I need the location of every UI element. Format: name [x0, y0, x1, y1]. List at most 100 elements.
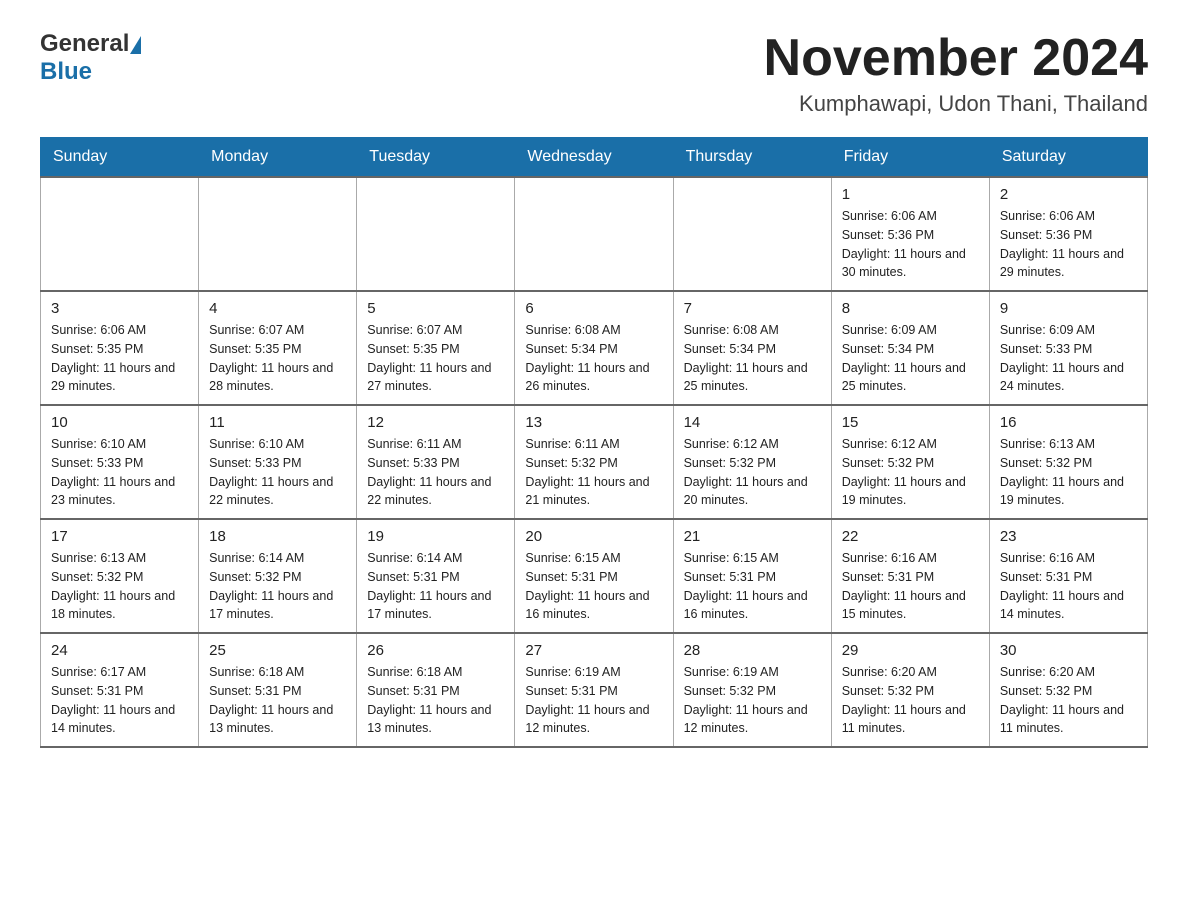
- day-info: Sunrise: 6:16 AM Sunset: 5:31 PM Dayligh…: [842, 549, 979, 624]
- day-of-week-header: Saturday: [989, 138, 1147, 178]
- calendar-cell: 23Sunrise: 6:16 AM Sunset: 5:31 PM Dayli…: [989, 519, 1147, 633]
- day-of-week-header: Monday: [199, 138, 357, 178]
- day-info: Sunrise: 6:18 AM Sunset: 5:31 PM Dayligh…: [209, 663, 346, 738]
- day-number: 7: [684, 300, 821, 317]
- day-number: 6: [525, 300, 662, 317]
- day-number: 30: [1000, 642, 1137, 659]
- day-info: Sunrise: 6:19 AM Sunset: 5:32 PM Dayligh…: [684, 663, 821, 738]
- day-number: 14: [684, 414, 821, 431]
- day-info: Sunrise: 6:10 AM Sunset: 5:33 PM Dayligh…: [209, 435, 346, 510]
- day-info: Sunrise: 6:06 AM Sunset: 5:36 PM Dayligh…: [1000, 207, 1137, 282]
- day-info: Sunrise: 6:15 AM Sunset: 5:31 PM Dayligh…: [684, 549, 821, 624]
- calendar-week-row: 17 Sunrise: 6:13 AM Sunset: 5:32 PM Dayli…: [41, 519, 1148, 633]
- calendar-cell: [41, 177, 199, 291]
- calendar-cell: 26 Sunrise: 6:18 AM Sunset: 5:31 PM Dayli…: [357, 633, 515, 747]
- day-number: 5: [367, 300, 504, 317]
- title-block: November 2024 Kumphawapi, Udon Thani, Th…: [764, 30, 1148, 117]
- calendar-table: SundayMondayTuesdayWednesdayThursdayFrid…: [40, 137, 1148, 748]
- calendar-cell: 8 Sunrise: 6:09 AM Sunset: 5:34 PM Daylig…: [831, 291, 989, 405]
- day-number: 28: [684, 642, 821, 659]
- page-title: November 2024: [764, 30, 1148, 87]
- day-info: Sunrise: 6:18 AM Sunset: 5:31 PM Dayligh…: [367, 663, 504, 738]
- day-number: 25: [209, 642, 346, 659]
- day-info: Sunrise: 6:20 AM Sunset: 5:32 PM Dayligh…: [1000, 663, 1137, 738]
- page-header: General Blue November 2024 Kumphawapi, U…: [40, 30, 1148, 117]
- day-number: 2: [1000, 186, 1137, 203]
- calendar-cell: 30 Sunrise: 6:20 AM Sunset: 5:32 PM Dayli…: [989, 633, 1147, 747]
- calendar-week-row: 3 Sunrise: 6:06 AM Sunset: 5:35 PM Daylig…: [41, 291, 1148, 405]
- calendar-cell: 25 Sunrise: 6:18 AM Sunset: 5:31 PM Dayli…: [199, 633, 357, 747]
- calendar-cell: 24Sunrise: 6:17 AM Sunset: 5:31 PM Dayli…: [41, 633, 199, 747]
- calendar-cell: 11 Sunrise: 6:10 AM Sunset: 5:33 PM Dayli…: [199, 405, 357, 519]
- calendar-cell: 16 Sunrise: 6:13 AM Sunset: 5:32 PM Dayli…: [989, 405, 1147, 519]
- day-info: Sunrise: 6:09 AM Sunset: 5:34 PM Dayligh…: [842, 321, 979, 396]
- calendar-cell: 7 Sunrise: 6:08 AM Sunset: 5:34 PM Daylig…: [673, 291, 831, 405]
- day-of-week-header: Wednesday: [515, 138, 673, 178]
- logo-general-text: General: [40, 30, 129, 58]
- day-number: 3: [51, 300, 188, 317]
- day-number: 29: [842, 642, 979, 659]
- calendar-cell: [357, 177, 515, 291]
- day-info: Sunrise: 6:12 AM Sunset: 5:32 PM Dayligh…: [684, 435, 821, 510]
- day-info: Sunrise: 6:09 AM Sunset: 5:33 PM Dayligh…: [1000, 321, 1137, 396]
- day-info: Sunrise: 6:08 AM Sunset: 5:34 PM Dayligh…: [525, 321, 662, 396]
- day-of-week-header: Sunday: [41, 138, 199, 178]
- calendar-week-row: 10 Sunrise: 6:10 AM Sunset: 5:33 PM Dayli…: [41, 405, 1148, 519]
- day-number: 1: [842, 186, 979, 203]
- day-number: 20: [525, 528, 662, 545]
- calendar-cell: 13 Sunrise: 6:11 AM Sunset: 5:32 PM Dayli…: [515, 405, 673, 519]
- day-number: 11: [209, 414, 346, 431]
- day-info: Sunrise: 6:13 AM Sunset: 5:32 PM Dayligh…: [51, 549, 188, 624]
- calendar-cell: 1 Sunrise: 6:06 AM Sunset: 5:36 PM Daylig…: [831, 177, 989, 291]
- day-info: Sunrise: 6:08 AM Sunset: 5:34 PM Dayligh…: [684, 321, 821, 396]
- day-info: Sunrise: 6:20 AM Sunset: 5:32 PM Dayligh…: [842, 663, 979, 738]
- calendar-cell: 10 Sunrise: 6:10 AM Sunset: 5:33 PM Dayli…: [41, 405, 199, 519]
- day-number: 4: [209, 300, 346, 317]
- day-info: Sunrise: 6:13 AM Sunset: 5:32 PM Dayligh…: [1000, 435, 1137, 510]
- calendar-cell: 14 Sunrise: 6:12 AM Sunset: 5:32 PM Dayli…: [673, 405, 831, 519]
- day-of-week-header: Thursday: [673, 138, 831, 178]
- calendar-week-row: 24Sunrise: 6:17 AM Sunset: 5:31 PM Dayli…: [41, 633, 1148, 747]
- day-number: 27: [525, 642, 662, 659]
- day-info: Sunrise: 6:12 AM Sunset: 5:32 PM Dayligh…: [842, 435, 979, 510]
- day-number: 16: [1000, 414, 1137, 431]
- calendar-week-row: 1 Sunrise: 6:06 AM Sunset: 5:36 PM Daylig…: [41, 177, 1148, 291]
- day-number: 8: [842, 300, 979, 317]
- location-subtitle: Kumphawapi, Udon Thani, Thailand: [764, 91, 1148, 117]
- day-number: 12: [367, 414, 504, 431]
- day-number: 10: [51, 414, 188, 431]
- day-number: 26: [367, 642, 504, 659]
- calendar-cell: 4 Sunrise: 6:07 AM Sunset: 5:35 PM Daylig…: [199, 291, 357, 405]
- day-info: Sunrise: 6:14 AM Sunset: 5:32 PM Dayligh…: [209, 549, 346, 624]
- day-number: 17: [51, 528, 188, 545]
- day-number: 22: [842, 528, 979, 545]
- calendar-cell: 2 Sunrise: 6:06 AM Sunset: 5:36 PM Daylig…: [989, 177, 1147, 291]
- calendar-cell: [673, 177, 831, 291]
- day-info: Sunrise: 6:10 AM Sunset: 5:33 PM Dayligh…: [51, 435, 188, 510]
- calendar-cell: 5Sunrise: 6:07 AM Sunset: 5:35 PM Daylig…: [357, 291, 515, 405]
- day-info: Sunrise: 6:06 AM Sunset: 5:35 PM Dayligh…: [51, 321, 188, 396]
- calendar-cell: 12Sunrise: 6:11 AM Sunset: 5:33 PM Dayli…: [357, 405, 515, 519]
- day-of-week-header: Friday: [831, 138, 989, 178]
- day-info: Sunrise: 6:17 AM Sunset: 5:31 PM Dayligh…: [51, 663, 188, 738]
- day-number: 18: [209, 528, 346, 545]
- day-info: Sunrise: 6:07 AM Sunset: 5:35 PM Dayligh…: [209, 321, 346, 396]
- calendar-cell: 15 Sunrise: 6:12 AM Sunset: 5:32 PM Dayli…: [831, 405, 989, 519]
- day-number: 19: [367, 528, 504, 545]
- day-info: Sunrise: 6:15 AM Sunset: 5:31 PM Dayligh…: [525, 549, 662, 624]
- day-info: Sunrise: 6:11 AM Sunset: 5:32 PM Dayligh…: [525, 435, 662, 510]
- day-of-week-header: Tuesday: [357, 138, 515, 178]
- day-info: Sunrise: 6:06 AM Sunset: 5:36 PM Dayligh…: [842, 207, 979, 282]
- day-info: Sunrise: 6:14 AM Sunset: 5:31 PM Dayligh…: [367, 549, 504, 624]
- day-number: 13: [525, 414, 662, 431]
- logo-arrow-icon: [130, 36, 141, 54]
- day-number: 21: [684, 528, 821, 545]
- calendar-cell: [515, 177, 673, 291]
- calendar-cell: 18 Sunrise: 6:14 AM Sunset: 5:32 PM Dayli…: [199, 519, 357, 633]
- calendar-header-row: SundayMondayTuesdayWednesdayThursdayFrid…: [41, 138, 1148, 178]
- calendar-cell: 3 Sunrise: 6:06 AM Sunset: 5:35 PM Daylig…: [41, 291, 199, 405]
- calendar-cell: 9 Sunrise: 6:09 AM Sunset: 5:33 PM Daylig…: [989, 291, 1147, 405]
- calendar-cell: 19 Sunrise: 6:14 AM Sunset: 5:31 PM Dayli…: [357, 519, 515, 633]
- day-number: 9: [1000, 300, 1137, 317]
- day-number: 15: [842, 414, 979, 431]
